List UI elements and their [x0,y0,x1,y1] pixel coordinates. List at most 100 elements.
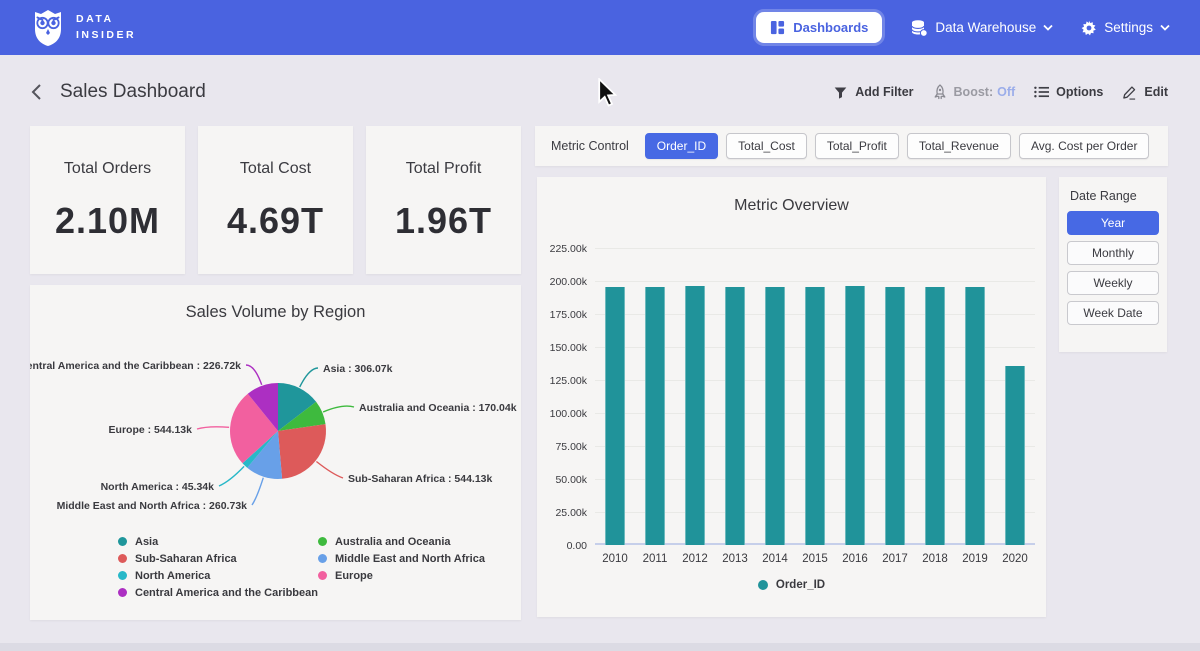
back-button[interactable] [28,81,46,103]
x-axis-tick-label: 2013 [715,553,755,565]
pie-chart: Asia : 306.07kAustralia and Oceania : 17… [30,330,521,530]
owl-logo-icon [30,9,66,47]
pie-legend-column-2: Australia and Oceania Middle East and No… [318,533,485,584]
filter-funnel-icon [833,85,848,100]
bar-chart-legend[interactable]: Order_ID [537,579,1046,591]
brand-line1: DATA [76,13,114,25]
kpi-row: Total Orders 2.10MTotal Cost 4.69TTotal … [30,126,521,274]
bar-series [595,248,1035,545]
header-actions: Add Filter Boost: Off [833,84,1168,100]
metric-button-total-revenue[interactable]: Total_Revenue [907,133,1011,159]
bar-2013[interactable] [725,287,745,545]
settings-menu[interactable]: Settings [1081,20,1170,36]
x-axis-tick-label: 2020 [995,553,1035,565]
metric-button-total-cost[interactable]: Total_Cost [726,133,807,159]
navbar: DATA INSIDER Dashboards [0,0,1200,55]
pie-legend-item-europe[interactable]: Europe [318,567,485,584]
options-button[interactable]: Options [1034,85,1103,99]
bar-2015[interactable] [805,287,825,545]
bar-slot [915,248,955,545]
pie-slice-sub-saharan-africa[interactable] [278,424,326,479]
bottom-strip [0,643,1200,651]
dashboards-label: Dashboards [793,20,868,35]
legend-dot [318,571,327,580]
chevron-down-icon [1043,24,1053,31]
x-axis-tick-label: 2017 [875,553,915,565]
bar-slot [595,248,635,545]
y-axis-tick-label: 150.00k [537,342,587,354]
pie-callout-line [300,368,318,387]
pie-slice-label: Australia and Oceania : 170.04k [359,402,517,414]
pie-slice-label: Sub-Saharan Africa : 544.13k [348,473,492,485]
edit-button[interactable]: Edit [1122,85,1168,100]
bar-slot [635,248,675,545]
x-axis-tick-label: 2016 [835,553,875,565]
bar-2017[interactable] [885,287,905,545]
kpi-value: 2.10M [55,200,160,242]
date-range-button-year[interactable]: Year [1067,211,1159,235]
y-axis-tick-label: 175.00k [537,309,587,321]
metric-button-total-profit[interactable]: Total_Profit [815,133,899,159]
brand-logo[interactable]: DATA INSIDER [30,9,136,47]
bar-2012[interactable] [685,286,705,545]
page-header: Sales Dashboard Add Filter Boost: Off [28,76,1168,108]
bar-2011[interactable] [645,287,665,545]
pie-legend-item-north-america[interactable]: North America [118,567,318,584]
pie-legend-item-middle-east-and-north-africa[interactable]: Middle East and North Africa [318,550,485,567]
y-axis-tick-label: 100.00k [537,408,587,420]
bar-chart-card: Metric Overview 0.0025.00k50.00k75.00k10… [537,177,1046,617]
bar-slot [675,248,715,545]
y-axis-tick-label: 200.00k [537,276,587,288]
bar-2019[interactable] [965,287,985,545]
pie-callout-line [323,406,354,412]
bar-slot [755,248,795,545]
date-range-button-week-date[interactable]: Week Date [1067,301,1159,325]
bar-2018[interactable] [925,287,945,545]
pie-legend-item-australia-and-oceania[interactable]: Australia and Oceania [318,533,485,550]
pie-chart-title: Sales Volume by Region [30,303,521,322]
date-range-button-weekly[interactable]: Weekly [1067,271,1159,295]
x-axis-tick-label: 2010 [595,553,635,565]
metric-buttons: Order_ID Total_Cost Total_Profit Total_Reve… [645,133,1150,159]
legend-label: Europe [335,570,373,582]
legend-label: Central America and the Caribbean [135,587,318,599]
data-warehouse-menu[interactable]: Data Warehouse [910,19,1053,37]
pie-callout-line [219,466,244,486]
legend-label: Sub-Saharan Africa [135,553,237,565]
bar-2010[interactable] [605,287,625,545]
pie-callout-line [197,427,229,429]
brand-name: DATA INSIDER [76,12,136,44]
bar-2016[interactable] [845,286,865,545]
legend-dot [118,554,127,563]
settings-label: Settings [1104,20,1153,35]
metric-button-order-id[interactable]: Order_ID [645,133,718,159]
metric-button-avg-cost-per-order[interactable]: Avg. Cost per Order [1019,133,1150,159]
pie-slice-label: Central America and the Caribbean : 226.… [30,360,241,372]
boost-toggle[interactable]: Boost: Off [933,84,1016,100]
pie-slice-label: North America : 45.34k [101,481,215,493]
chevron-down-icon [1160,24,1170,31]
pie-legend-item-sub-saharan-africa[interactable]: Sub-Saharan Africa [118,550,318,567]
legend-label: Australia and Oceania [335,536,451,548]
x-axis-tick-label: 2015 [795,553,835,565]
y-axis-tick-label: 25.00k [537,507,587,519]
kpi-label: Total Orders [64,160,151,178]
dashboards-button[interactable]: Dashboards [756,12,882,43]
options-label: Options [1056,85,1103,99]
dashboard-grid-icon [770,20,785,35]
bar-2020[interactable] [1005,366,1025,545]
pie-legend-item-central-america-and-the-caribbean[interactable]: Central America and the Caribbean [118,584,318,601]
pie-slice-label: Europe : 544.13k [109,424,193,436]
add-filter-button[interactable]: Add Filter [833,85,913,100]
x-axis-tick-label: 2019 [955,553,995,565]
legend-label: Asia [135,536,158,548]
date-range-button-monthly[interactable]: Monthly [1067,241,1159,265]
pie-legend-item-asia[interactable]: Asia [118,533,318,550]
x-axis-tick-label: 2012 [675,553,715,565]
kpi-value: 1.96T [395,200,492,242]
bar-2014[interactable] [765,287,785,545]
bar-chart-title: Metric Overview [537,197,1046,215]
metric-control-label: Metric Control [551,139,629,153]
pie-callout-line [246,365,262,385]
legend-dot [758,580,768,590]
